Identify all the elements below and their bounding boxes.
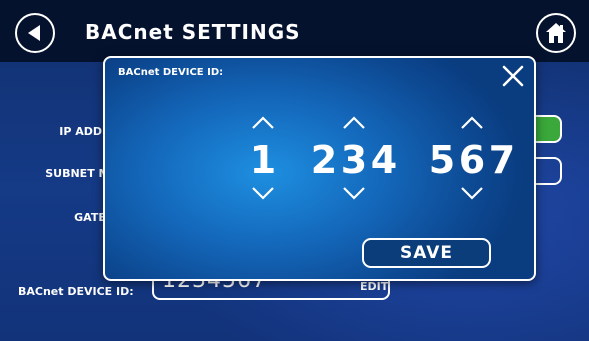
- digit-2: 2: [310, 138, 338, 182]
- digit-column-1: 1: [247, 116, 279, 206]
- decrement-digit-6-icon[interactable]: [460, 186, 484, 200]
- ip-address-label: IP ADDRE: [59, 125, 118, 138]
- header-bar: BACnet SETTINGS: [0, 0, 589, 62]
- home-button[interactable]: [536, 13, 576, 53]
- digit-column-4: 4: [368, 116, 400, 206]
- save-button[interactable]: SAVE: [362, 238, 491, 268]
- home-icon: [546, 23, 566, 43]
- close-icon: [502, 65, 524, 87]
- decrement-digit-1-icon[interactable]: [251, 186, 275, 200]
- bacnet-settings-screen: BACnet SETTINGS IP ADDRE SUBNET MA GATEW…: [0, 0, 589, 341]
- digit-column-2: 2: [308, 116, 340, 206]
- digit-7: 7: [488, 138, 516, 182]
- digit-column-3: 3: [338, 116, 370, 206]
- increment-digit-6-icon[interactable]: [460, 116, 484, 130]
- page-title: BACnet SETTINGS: [85, 20, 301, 44]
- digit-4: 4: [370, 138, 398, 182]
- digit-column-7: 7: [486, 116, 518, 206]
- digit-6: 6: [458, 138, 486, 182]
- gateway-label: GATEW: [74, 211, 118, 224]
- modal-title: BACnet DEVICE ID:: [118, 67, 224, 78]
- increment-digit-3-icon[interactable]: [342, 116, 366, 130]
- digit-column-6: 6: [456, 116, 488, 206]
- digit-3: 3: [340, 138, 368, 182]
- decrement-digit-3-icon[interactable]: [342, 186, 366, 200]
- subnet-mask-label: SUBNET MA: [45, 167, 118, 180]
- increment-digit-1-icon[interactable]: [251, 116, 275, 130]
- back-button[interactable]: [15, 13, 55, 53]
- digit-5: 5: [428, 138, 456, 182]
- device-id-modal: BACnet DEVICE ID: 1 2 3 4 5 6 7 SAVE: [103, 56, 536, 281]
- back-arrow-icon: [28, 25, 40, 41]
- digit-column-5: 5: [426, 116, 458, 206]
- edit-button[interactable]: EDIT: [360, 280, 388, 293]
- device-id-label: BACnet DEVICE ID:: [18, 285, 134, 298]
- close-button[interactable]: [501, 64, 525, 88]
- digit-1: 1: [249, 138, 277, 182]
